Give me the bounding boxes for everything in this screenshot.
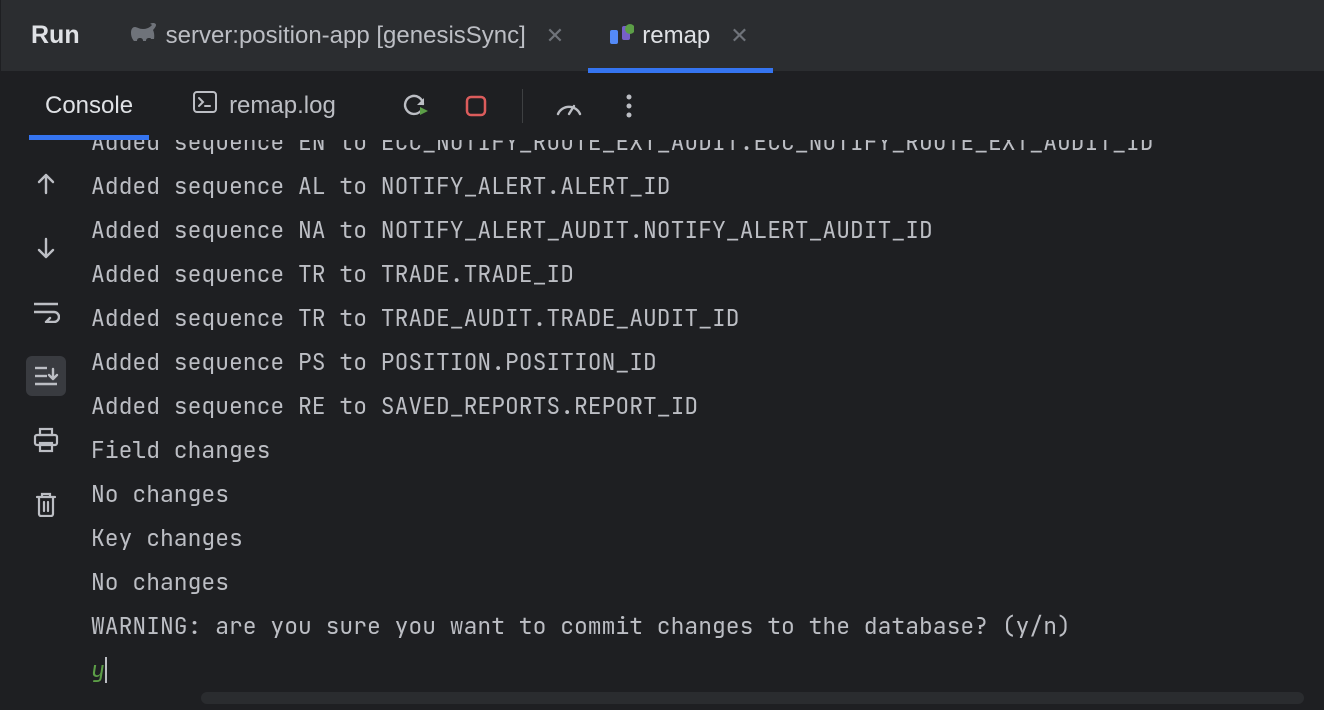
tab-label: remap — [642, 22, 710, 50]
tab-remap[interactable]: remap ✕ — [588, 0, 772, 72]
run-config-icon — [608, 24, 632, 48]
run-panel-label: Run — [1, 21, 110, 50]
console-line: Added sequence NA to NOTIFY_ALERT_AUDIT.… — [91, 208, 1308, 252]
console-line: Added sequence TR to TRADE_AUDIT.TRADE_A… — [91, 296, 1308, 340]
tab-server-position-app[interactable]: server:position-app [genesisSync] ✕ — [110, 0, 589, 72]
sub-tab-label: remap.log — [229, 92, 336, 120]
console-toolbar — [400, 89, 645, 123]
console-line: Key changes — [91, 516, 1308, 560]
console-output[interactable]: Added sequence EN to ECC_NOTIFY_ROUTE_EX… — [91, 140, 1324, 710]
horizontal-scrollbar[interactable] — [201, 692, 1304, 704]
console-main: Added sequence EN to ECC_NOTIFY_ROUTE_EX… — [1, 140, 1324, 710]
console-line: Added sequence AL to NOTIFY_ALERT.ALERT_… — [91, 164, 1308, 208]
console-line: WARNING: are you sure you want to commit… — [91, 604, 1308, 648]
console-line: Added sequence EN to ECC_NOTIFY_ROUTE_EX… — [91, 140, 1308, 164]
rerun-button[interactable] — [400, 90, 432, 122]
performance-button[interactable] — [553, 90, 585, 122]
sub-tab-label: Console — [45, 92, 133, 120]
close-icon[interactable]: ✕ — [726, 23, 752, 49]
scroll-up-button[interactable] — [26, 164, 66, 204]
clear-button[interactable] — [26, 484, 66, 524]
close-icon[interactable]: ✕ — [542, 23, 568, 49]
gradle-icon — [130, 21, 156, 50]
text-cursor — [105, 657, 107, 683]
console-line: No changes — [91, 472, 1308, 516]
run-tabs-bar: Run server:position-app [genesisSync] ✕ … — [1, 0, 1324, 72]
more-button[interactable] — [613, 90, 645, 122]
scroll-to-end-button[interactable] — [26, 356, 66, 396]
tab-label: server:position-app [genesisSync] — [166, 22, 526, 50]
scroll-down-button[interactable] — [26, 228, 66, 268]
console-line: Added sequence PS to POSITION.POSITION_I… — [91, 340, 1308, 384]
console-line: Field changes — [91, 428, 1308, 472]
sub-tab-log[interactable]: remap.log — [165, 72, 364, 140]
console-sub-tabs: Console remap.log — [1, 72, 1324, 140]
console-input-line[interactable]: y — [91, 648, 1308, 692]
console-line: No changes — [91, 560, 1308, 604]
print-button[interactable] — [26, 420, 66, 460]
terminal-icon — [193, 91, 217, 120]
stop-button[interactable] — [460, 90, 492, 122]
console-line: Added sequence RE to SAVED_REPORTS.REPOR… — [91, 384, 1308, 428]
toolbar-divider — [522, 89, 523, 123]
sub-tab-console[interactable]: Console — [17, 72, 161, 140]
console-gutter — [1, 140, 91, 710]
soft-wrap-button[interactable] — [26, 292, 66, 332]
console-line: Added sequence TR to TRADE.TRADE_ID — [91, 252, 1308, 296]
